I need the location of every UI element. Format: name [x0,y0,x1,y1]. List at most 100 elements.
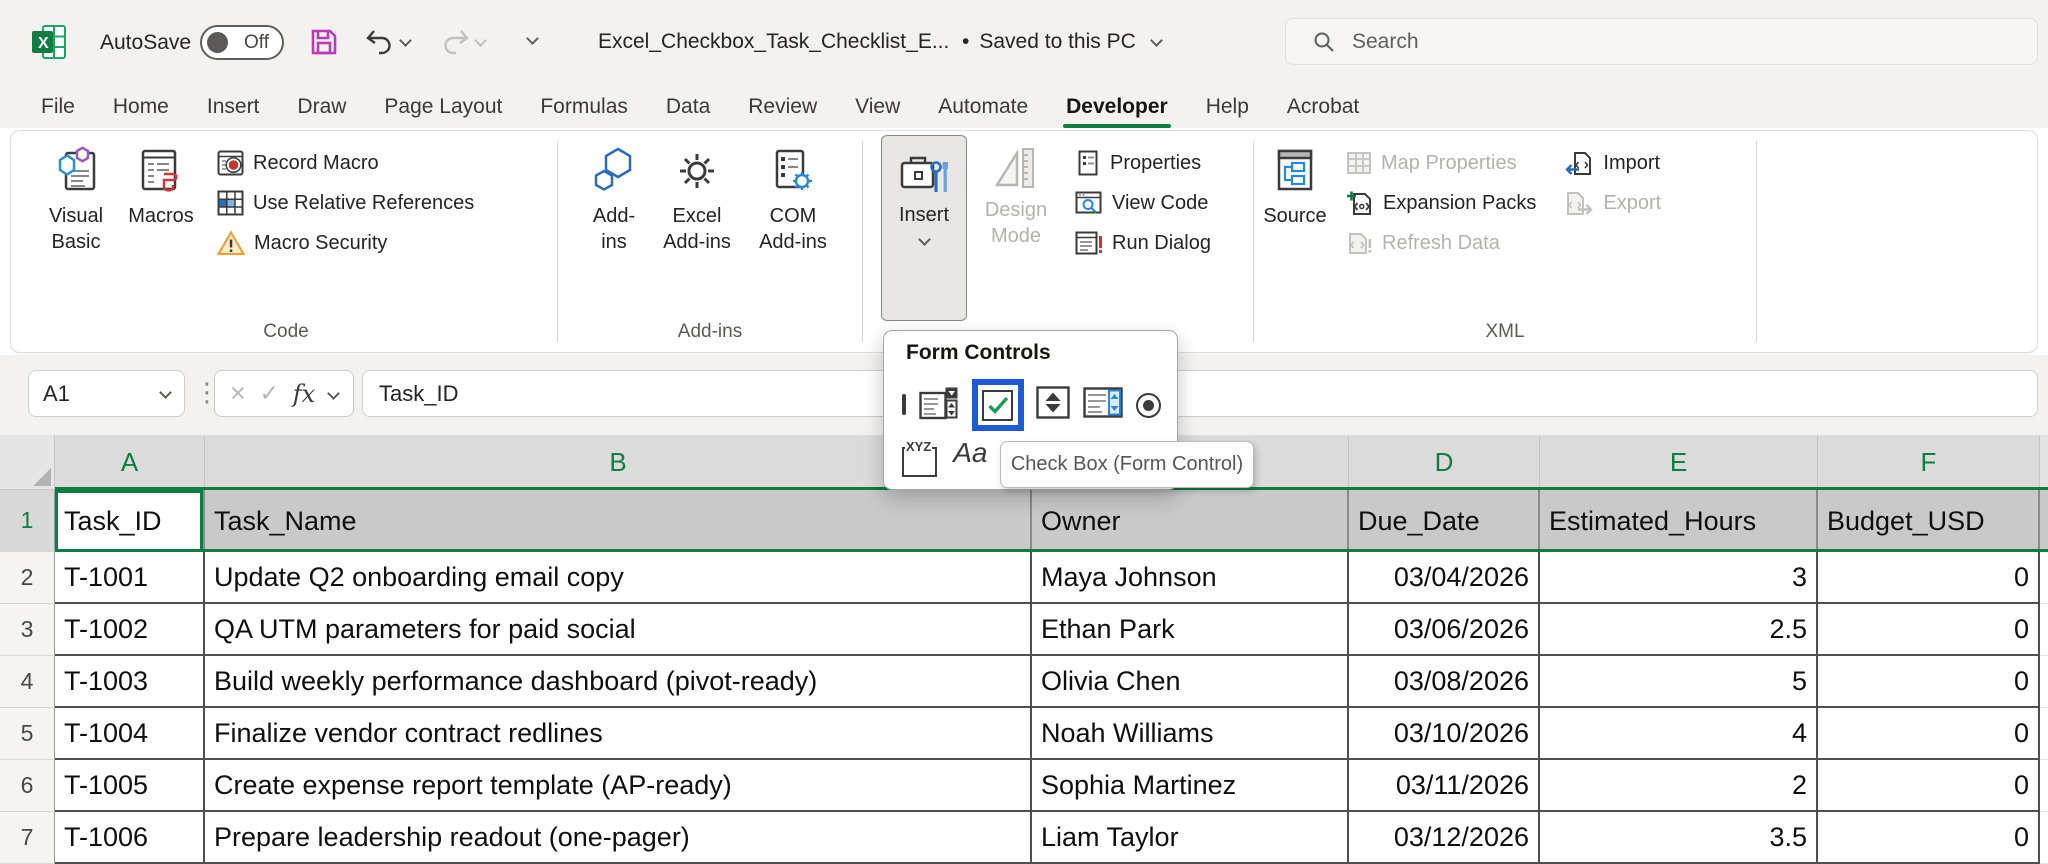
cell-E2[interactable]: 3 [1540,552,1818,604]
name-box[interactable]: A1 [28,370,185,417]
cell-D3[interactable]: 03/06/2026 [1349,604,1540,656]
fx-dropdown-icon[interactable] [327,387,340,400]
tab-page-layout[interactable]: Page Layout [365,85,521,128]
save-button[interactable] [308,26,340,63]
save-status[interactable]: • Saved to this PC [962,30,1161,54]
macro-security-button[interactable]: Macro Security [211,223,480,263]
row-header-3[interactable]: 3 [0,604,55,656]
cell-F4[interactable]: 0 [1818,656,2040,708]
column-header-A[interactable]: A [55,435,205,490]
name-box-dropdown-icon[interactable] [159,386,172,399]
cell-E6[interactable]: 2 [1540,760,1818,812]
cell-E3[interactable]: 2.5 [1540,604,1818,656]
cell-F6[interactable]: 0 [1818,760,2040,812]
cell-F3[interactable]: 0 [1818,604,2040,656]
properties-button[interactable]: Properties [1069,143,1217,183]
tab-formulas[interactable]: Formulas [521,85,647,128]
cell-C6[interactable]: Sophia Martinez [1032,760,1349,812]
cell-A5[interactable]: T-1004 [55,708,205,760]
source-button[interactable]: Source [1256,135,1334,229]
record-macro-button[interactable]: Record Macro [211,143,480,183]
column-header-E[interactable]: E [1540,435,1818,490]
cell-A2[interactable]: T-1001 [55,552,205,604]
cell-D5[interactable]: 03/10/2026 [1349,708,1540,760]
cell-D6[interactable]: 03/11/2026 [1349,760,1540,812]
cell-C3[interactable]: Ethan Park [1032,604,1349,656]
button-control-icon[interactable] [902,396,906,414]
tab-draw[interactable]: Draw [278,85,365,128]
import-button[interactable]: Import [1558,143,1667,183]
tab-automate[interactable]: Automate [919,85,1047,128]
autosave-toggle[interactable]: Off [200,25,284,60]
cell-E5[interactable]: 4 [1540,708,1818,760]
cell-D7[interactable]: 03/12/2026 [1349,812,1540,864]
cell-F1[interactable]: Budget_USD [1818,490,2040,552]
cell-A3[interactable]: T-1002 [55,604,205,656]
cell-D4[interactable]: 03/08/2026 [1349,656,1540,708]
tab-review[interactable]: Review [729,85,836,128]
tab-acrobat[interactable]: Acrobat [1268,85,1378,128]
undo-button[interactable] [365,28,410,56]
com-add-ins-button[interactable]: COM Add-ins [748,135,838,256]
cell-B3[interactable]: QA UTM parameters for paid social [205,604,1032,656]
tab-developer[interactable]: Developer [1047,85,1187,128]
formula-input[interactable]: Task_ID [362,370,2038,417]
cell-C2[interactable]: Maya Johnson [1032,552,1349,604]
cell-C4[interactable]: Olivia Chen [1032,656,1349,708]
cell-C1[interactable]: Owner [1032,490,1349,552]
search-input[interactable]: Search [1285,18,2038,65]
cell-E7[interactable]: 3.5 [1540,812,1818,864]
cell-D1[interactable]: Due_Date [1349,490,1540,552]
cell-D2[interactable]: 03/04/2026 [1349,552,1540,604]
tab-insert[interactable]: Insert [188,85,279,128]
excel-add-ins-button[interactable]: Excel Add-ins [652,135,742,256]
cell-E1[interactable]: Estimated_Hours [1540,490,1818,552]
combo-box-control-icon[interactable] [919,386,959,425]
cell-B2[interactable]: Update Q2 onboarding email copy [205,552,1032,604]
customize-toolbar-button[interactable] [528,30,546,48]
option-button-control-icon[interactable] [1136,393,1161,418]
select-all-button[interactable] [0,435,55,490]
insert-function-button[interactable]: fx [293,380,315,408]
list-box-control-icon[interactable] [1083,387,1123,423]
cell-A6[interactable]: T-1005 [55,760,205,812]
label-control-icon[interactable]: Aa [953,439,987,467]
cell-F7[interactable]: 0 [1818,812,2040,864]
cell-B5[interactable]: Finalize vendor contract redlines [205,708,1032,760]
cell-B1[interactable]: Task_Name [205,490,1032,552]
document-title[interactable]: Excel_Checkbox_Task_Checklist_E... [598,30,949,54]
cell-A4[interactable]: T-1003 [55,656,205,708]
row-header-7[interactable]: 7 [0,812,55,864]
insert-controls-button[interactable]: Insert [881,135,967,321]
checkbox-control-icon[interactable] [972,379,1024,431]
macros-button[interactable]: Macros [121,135,201,229]
cell-B7[interactable]: Prepare leadership readout (one-pager) [205,812,1032,864]
cell-F2[interactable]: 0 [1818,552,2040,604]
spin-button-control-icon[interactable] [1036,386,1070,424]
tab-view[interactable]: View [836,85,919,128]
row-header-2[interactable]: 2 [0,552,55,604]
cell-A1[interactable]: Task_ID [55,490,205,552]
cell-E4[interactable]: 5 [1540,656,1818,708]
visual-basic-button[interactable]: Visual Basic [31,135,121,256]
add-ins-button[interactable]: Add-ins [582,135,646,256]
use-relative-references-button[interactable]: Use Relative References [211,183,480,223]
view-code-button[interactable]: View Code [1069,183,1217,223]
row-header-6[interactable]: 6 [0,760,55,812]
tab-data[interactable]: Data [647,85,729,128]
group-box-control-icon[interactable]: XYZ [902,447,937,477]
tab-home[interactable]: Home [94,85,188,128]
column-header-F[interactable]: F [1818,435,2040,490]
column-header-D[interactable]: D [1349,435,1540,490]
tab-help[interactable]: Help [1187,85,1268,128]
row-header-5[interactable]: 5 [0,708,55,760]
cell-F5[interactable]: 0 [1818,708,2040,760]
run-dialog-button[interactable]: Run Dialog [1069,223,1217,263]
row-header-1[interactable]: 1 [0,490,55,552]
row-header-4[interactable]: 4 [0,656,55,708]
expansion-packs-button[interactable]: Expansion Packs [1340,183,1542,223]
cell-C7[interactable]: Liam Taylor [1032,812,1349,864]
cell-C5[interactable]: Noah Williams [1032,708,1349,760]
cell-B6[interactable]: Create expense report template (AP-ready… [205,760,1032,812]
cell-B4[interactable]: Build weekly performance dashboard (pivo… [205,656,1032,708]
